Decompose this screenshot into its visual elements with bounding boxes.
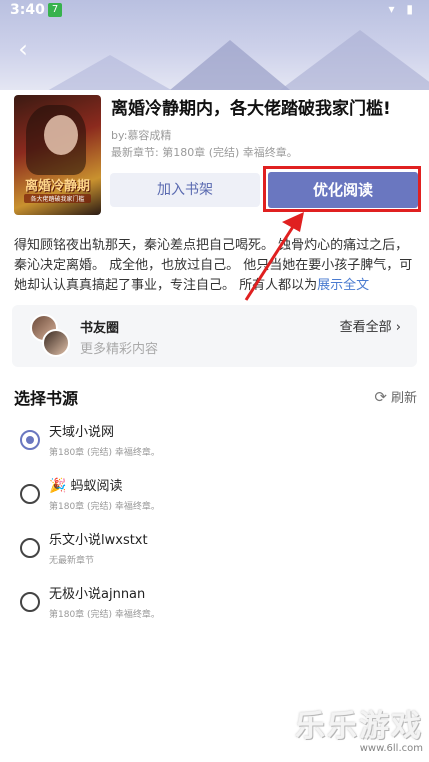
- watermark-brand: 乐乐游戏: [295, 709, 423, 744]
- latest-chapter: 最新章节: 第180章 (完结) 幸福终章。: [111, 146, 298, 159]
- source-latest-chapter: 无最新章节: [49, 556, 95, 566]
- refresh-button[interactable]: ⟳ 刷新: [374, 387, 417, 406]
- radio-button[interactable]: [20, 484, 40, 504]
- book-circle-subtitle: 更多精彩内容: [80, 342, 159, 357]
- refresh-label: 刷新: [390, 391, 417, 406]
- radio-button[interactable]: [20, 538, 40, 558]
- cover-title: 离婚冷静期: [24, 179, 90, 194]
- radio-button[interactable]: [20, 592, 40, 612]
- source-name: 蚂蚁阅读: [70, 479, 123, 494]
- refresh-icon: ⟳: [374, 388, 387, 406]
- cover-subtitle: 各大佬踏破我家门槛: [24, 194, 91, 203]
- source-item[interactable]: 乐文小说lwxstxt 无最新章节: [0, 527, 429, 579]
- source-latest-chapter: 第180章 (完结) 幸福终章。: [49, 610, 160, 620]
- view-all-link[interactable]: 查看全部 ›: [340, 316, 401, 335]
- mountain-decoration: [170, 40, 290, 90]
- add-to-shelf-button[interactable]: 加入书架: [110, 173, 260, 207]
- book-circle-title: 书友圈: [80, 321, 120, 336]
- book-title: 离婚冷静期内，各大佬踏破我家门槛!: [111, 99, 391, 119]
- mountain-decoration: [280, 30, 429, 90]
- book-cover: 离婚冷静期 各大佬踏破我家门槛: [14, 95, 101, 215]
- book-circle-card[interactable]: 书友圈 更多精彩内容 查看全部 ›: [12, 305, 417, 367]
- signal-battery-icon: ▾ ▮: [388, 2, 417, 16]
- source-name: 天域小说网: [49, 425, 115, 440]
- status-time: 3:40: [10, 2, 45, 18]
- source-latest-chapter: 第180章 (完结) 幸福终章。: [49, 448, 160, 458]
- source-item[interactable]: 🎉 蚂蚁阅读 第180章 (完结) 幸福终章。: [0, 473, 429, 525]
- source-latest-chapter: 第180章 (完结) 幸福终章。: [49, 502, 160, 512]
- chevron-left-icon: ‹: [18, 35, 28, 63]
- notification-app-icon: 7: [48, 3, 62, 17]
- source-section-title: 选择书源: [14, 389, 79, 408]
- mountain-decoration: [40, 55, 180, 90]
- book-synopsis: 得知顾铭夜出轨那天，秦沁差点把自己喝死。 蚀骨灼心的痛过之后，秦沁决定离婚。 成…: [14, 236, 419, 296]
- annotation-highlight-box: [263, 166, 421, 212]
- cover-illustration: [44, 115, 78, 155]
- source-name: 无极小说ajnnan: [49, 587, 146, 602]
- source-item[interactable]: 天域小说网 第180章 (完结) 幸福终章。: [0, 419, 429, 471]
- source-name-row: 🎉 蚂蚁阅读: [49, 475, 122, 494]
- source-item[interactable]: 无极小说ajnnan 第180章 (完结) 幸福终章。: [0, 581, 429, 633]
- back-button[interactable]: ‹: [10, 36, 36, 62]
- avatar: [42, 329, 70, 357]
- radio-button-selected[interactable]: [20, 430, 40, 450]
- show-full-text-link[interactable]: 展示全文: [317, 278, 369, 293]
- source-name: 乐文小说lwxstxt: [49, 533, 148, 548]
- book-author: by:慕容成精: [111, 129, 172, 142]
- party-popper-icon: 🎉: [49, 478, 67, 494]
- status-bar: 3:40 7 ▾ ▮: [0, 0, 429, 20]
- site-watermark: 乐乐游戏 www.6ll.com: [295, 701, 423, 754]
